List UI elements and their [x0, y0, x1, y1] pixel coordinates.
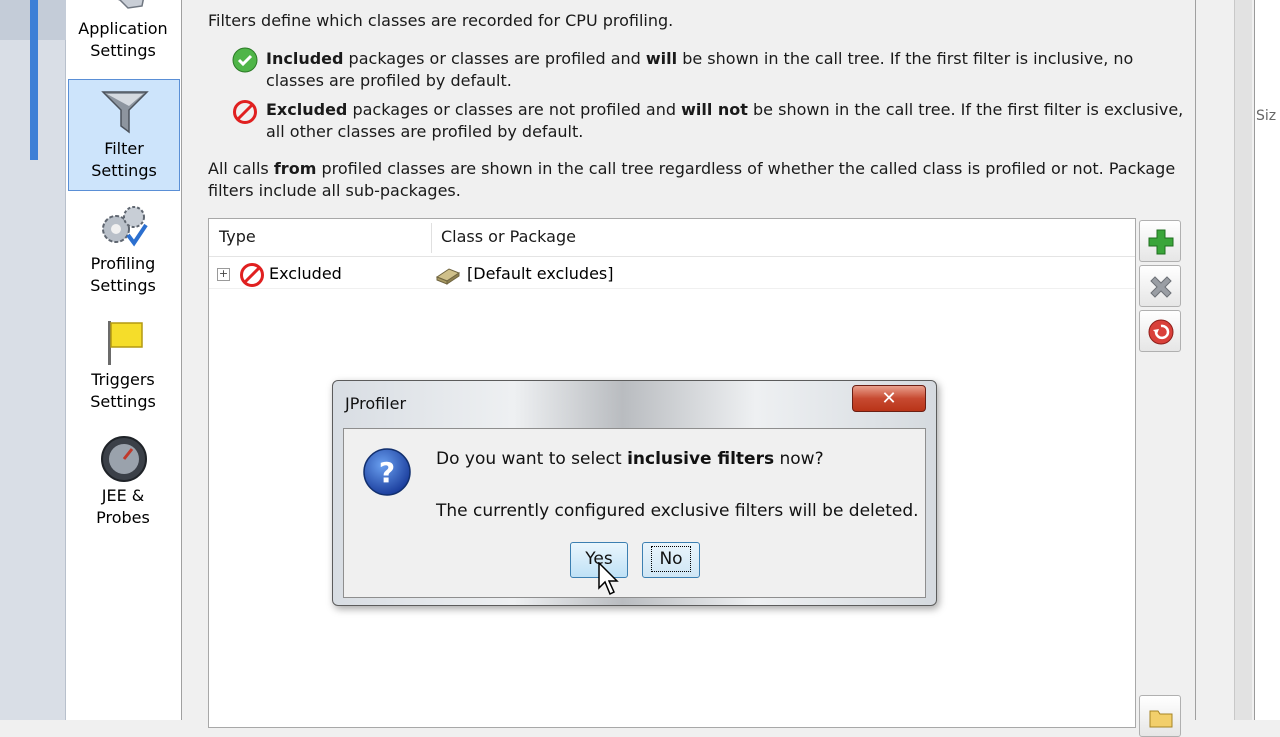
question-icon: ? [363, 448, 411, 496]
nav-label: Filter Settings [91, 139, 157, 180]
nav-jee-probes[interactable]: JEE & Probes [68, 427, 180, 539]
funnel-icon [101, 91, 149, 134]
dialog-question: Do you want to select inclusive filters … [436, 449, 824, 469]
folder-icon [1149, 710, 1173, 728]
column-divider[interactable] [431, 223, 432, 253]
reset-filters-button[interactable] [1139, 310, 1181, 352]
wrench-icon [117, 0, 144, 9]
nav-triggers-settings[interactable]: Triggers Settings [68, 311, 180, 423]
excluded-icon [240, 263, 264, 287]
nav-profiling-settings[interactable]: Profiling Settings [68, 195, 180, 307]
right-window-edge: Siz [1196, 0, 1280, 720]
reset-icon [1148, 319, 1174, 345]
confirm-dialog: JProfiler ✕ ? Do you want to select incl… [332, 380, 937, 606]
remove-filter-button[interactable] [1139, 265, 1181, 307]
calls-description: All calls from profiled classes are show… [208, 159, 1176, 200]
left-edge-accent [30, 0, 38, 160]
left-window-edge [0, 0, 66, 720]
nav-application-settings[interactable]: Application Settings [68, 0, 180, 72]
excluded-icon [233, 100, 257, 124]
dialog-close-button[interactable]: ✕ [852, 385, 926, 412]
nav-label: JEE & Probes [96, 486, 150, 527]
no-button-label: No [651, 546, 691, 572]
gears-icon [102, 206, 148, 247]
table-row[interactable]: + Excluded [Default excludes] [209, 259, 1135, 289]
row-value: [Default excludes] [467, 264, 614, 283]
column-header-class-or-package[interactable]: Class or Package [441, 227, 576, 246]
included-description: Included packages or classes are profile… [266, 49, 1134, 90]
settings-nav: Application Settings Filter Settings Profi… [66, 0, 182, 720]
partial-label: Siz [1256, 108, 1277, 124]
intro-text: Filters define which classes are recorde… [208, 11, 674, 30]
add-filter-button[interactable] [1139, 220, 1181, 262]
dialog-body: ? Do you want to select inclusive filter… [343, 428, 926, 598]
excluded-description: Excluded packages or classes are not pro… [266, 100, 1184, 141]
dialog-warning: The currently configured exclusive filte… [436, 501, 919, 521]
check-icon [232, 47, 258, 73]
gauge-icon [101, 436, 147, 482]
dialog-title: JProfiler [345, 394, 407, 413]
nav-filter-settings[interactable]: Filter Settings [68, 79, 180, 191]
open-folder-button[interactable] [1139, 695, 1181, 737]
nav-label: Triggers Settings [90, 370, 156, 411]
flag-icon [108, 321, 143, 365]
table-header: Type Class or Package [209, 219, 1135, 257]
column-header-type[interactable]: Type [219, 227, 256, 246]
nav-label: Application Settings [78, 19, 168, 60]
row-type: Excluded [269, 264, 342, 283]
mouse-cursor-icon [598, 562, 619, 596]
expand-icon[interactable]: + [217, 268, 230, 281]
right-edge-panel [1234, 0, 1252, 720]
remove-icon [1150, 276, 1172, 298]
no-button[interactable]: No [642, 542, 700, 578]
nav-label: Profiling Settings [90, 254, 156, 295]
package-icon [435, 268, 461, 285]
add-icon [1148, 229, 1174, 255]
svg-text:?: ? [379, 456, 395, 489]
